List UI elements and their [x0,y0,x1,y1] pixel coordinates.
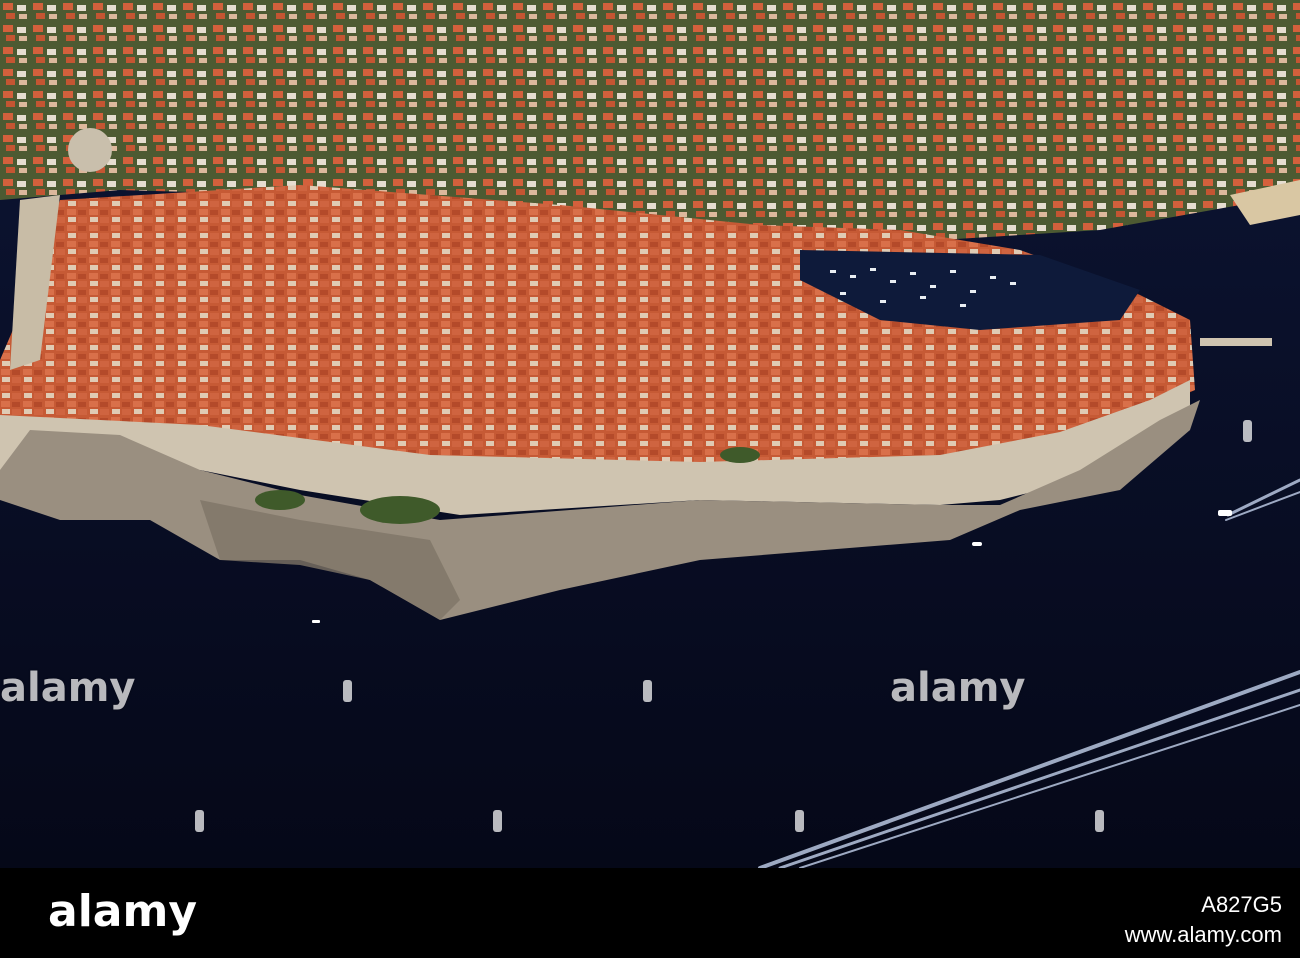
watermark-left: alamy [0,665,136,711]
watermark-tick [643,680,652,702]
watermark-right: alamy [890,665,1026,711]
image-id: A827G5 [1201,892,1282,917]
watermark-tick [343,680,352,702]
alamy-logo: alamy [48,886,197,937]
footer-bar: alamy A827G5 www.alamy.com [0,868,1300,958]
watermark-tick [195,810,204,832]
minceta-tower [68,128,112,172]
watermark-tick [795,810,804,832]
watermark-tick [1243,420,1252,442]
aerial-photo: alamy alamy [0,0,1300,868]
watermark-tick [1095,810,1104,832]
site-url: www.alamy.com [1124,922,1282,947]
pier [1200,338,1272,346]
watermark-tick [493,810,502,832]
aerial-photo-illustration [0,0,1300,868]
